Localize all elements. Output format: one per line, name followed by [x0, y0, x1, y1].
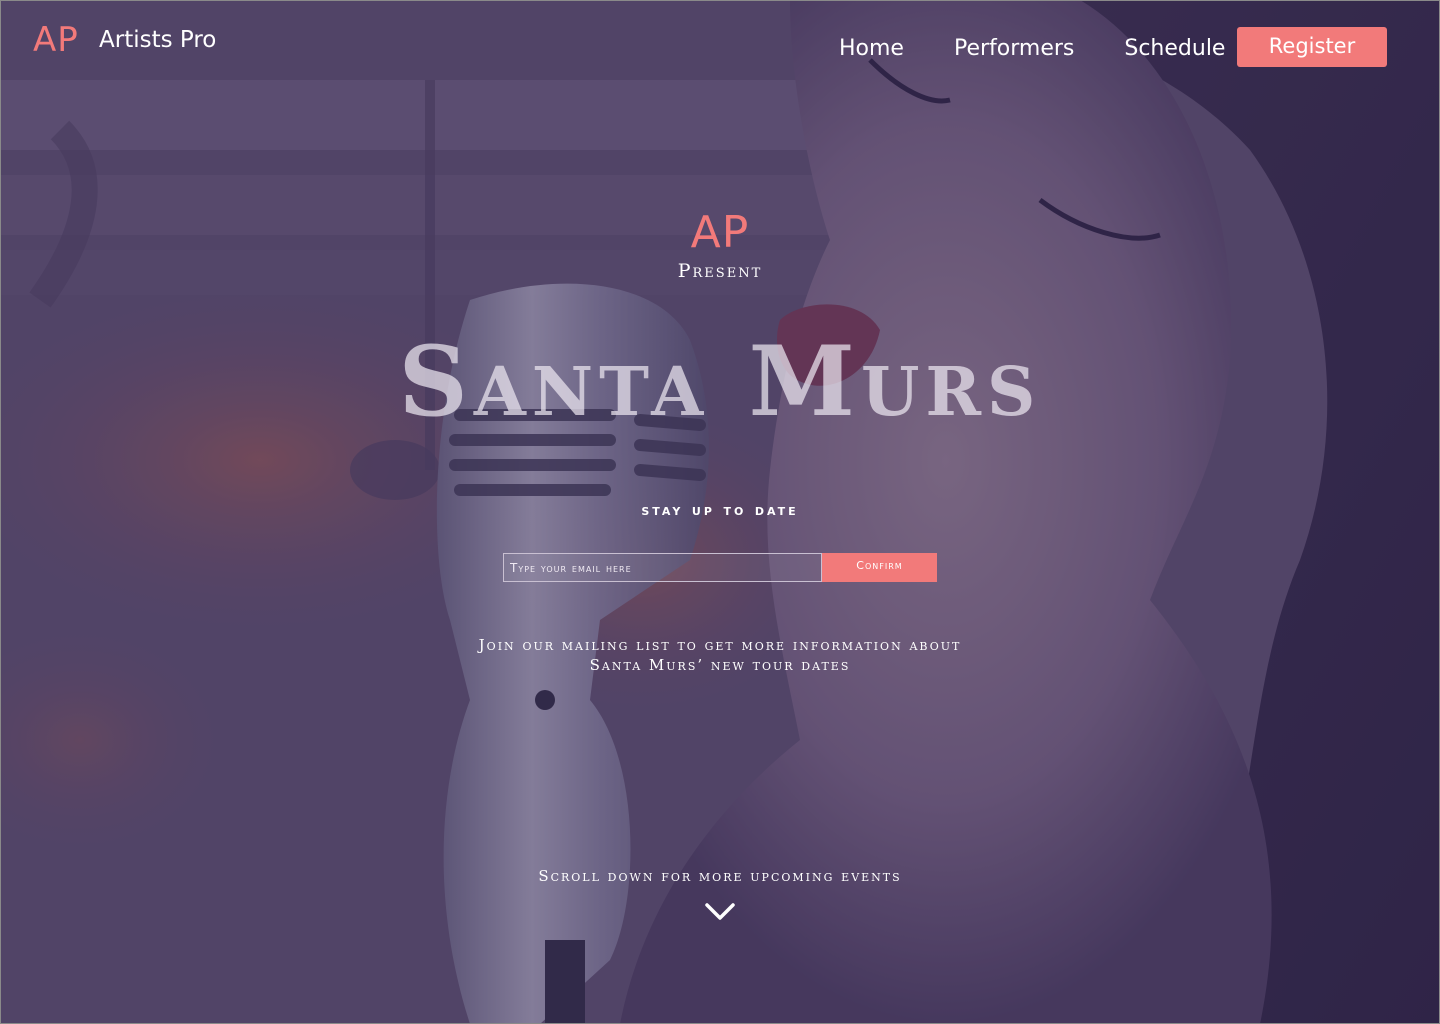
mailing-list-description-line-2: Santa Murs’ new tour dates	[589, 656, 851, 674]
mailing-list-description-line-1: Join our mailing list to get more inform…	[478, 636, 962, 654]
register-button[interactable]: Register	[1237, 27, 1387, 67]
hero-present-label: Present	[677, 260, 763, 282]
main-nav: Home Performers Schedule	[839, 36, 1275, 61]
stay-up-to-date-heading: stay up to date	[641, 500, 799, 519]
chevron-down-icon[interactable]	[704, 902, 736, 922]
scroll-down-text: Scroll down for more upcoming events	[538, 867, 902, 885]
mailing-list-description: Join our mailing list to get more inform…	[0, 635, 1440, 675]
hero-logo-mark: AP	[690, 207, 750, 258]
logo-mark[interactable]: AP	[33, 20, 79, 60]
nav-link-schedule[interactable]: Schedule	[1124, 36, 1225, 61]
email-input[interactable]	[503, 553, 822, 582]
confirm-button[interactable]: Confirm	[822, 553, 937, 582]
nav-link-performers[interactable]: Performers	[954, 36, 1074, 61]
subscribe-form: Confirm	[503, 553, 937, 582]
logo-name[interactable]: Artists Pro	[99, 27, 216, 53]
nav-link-home[interactable]: Home	[839, 36, 904, 61]
artist-name-heading: Santa Murs	[398, 325, 1042, 438]
